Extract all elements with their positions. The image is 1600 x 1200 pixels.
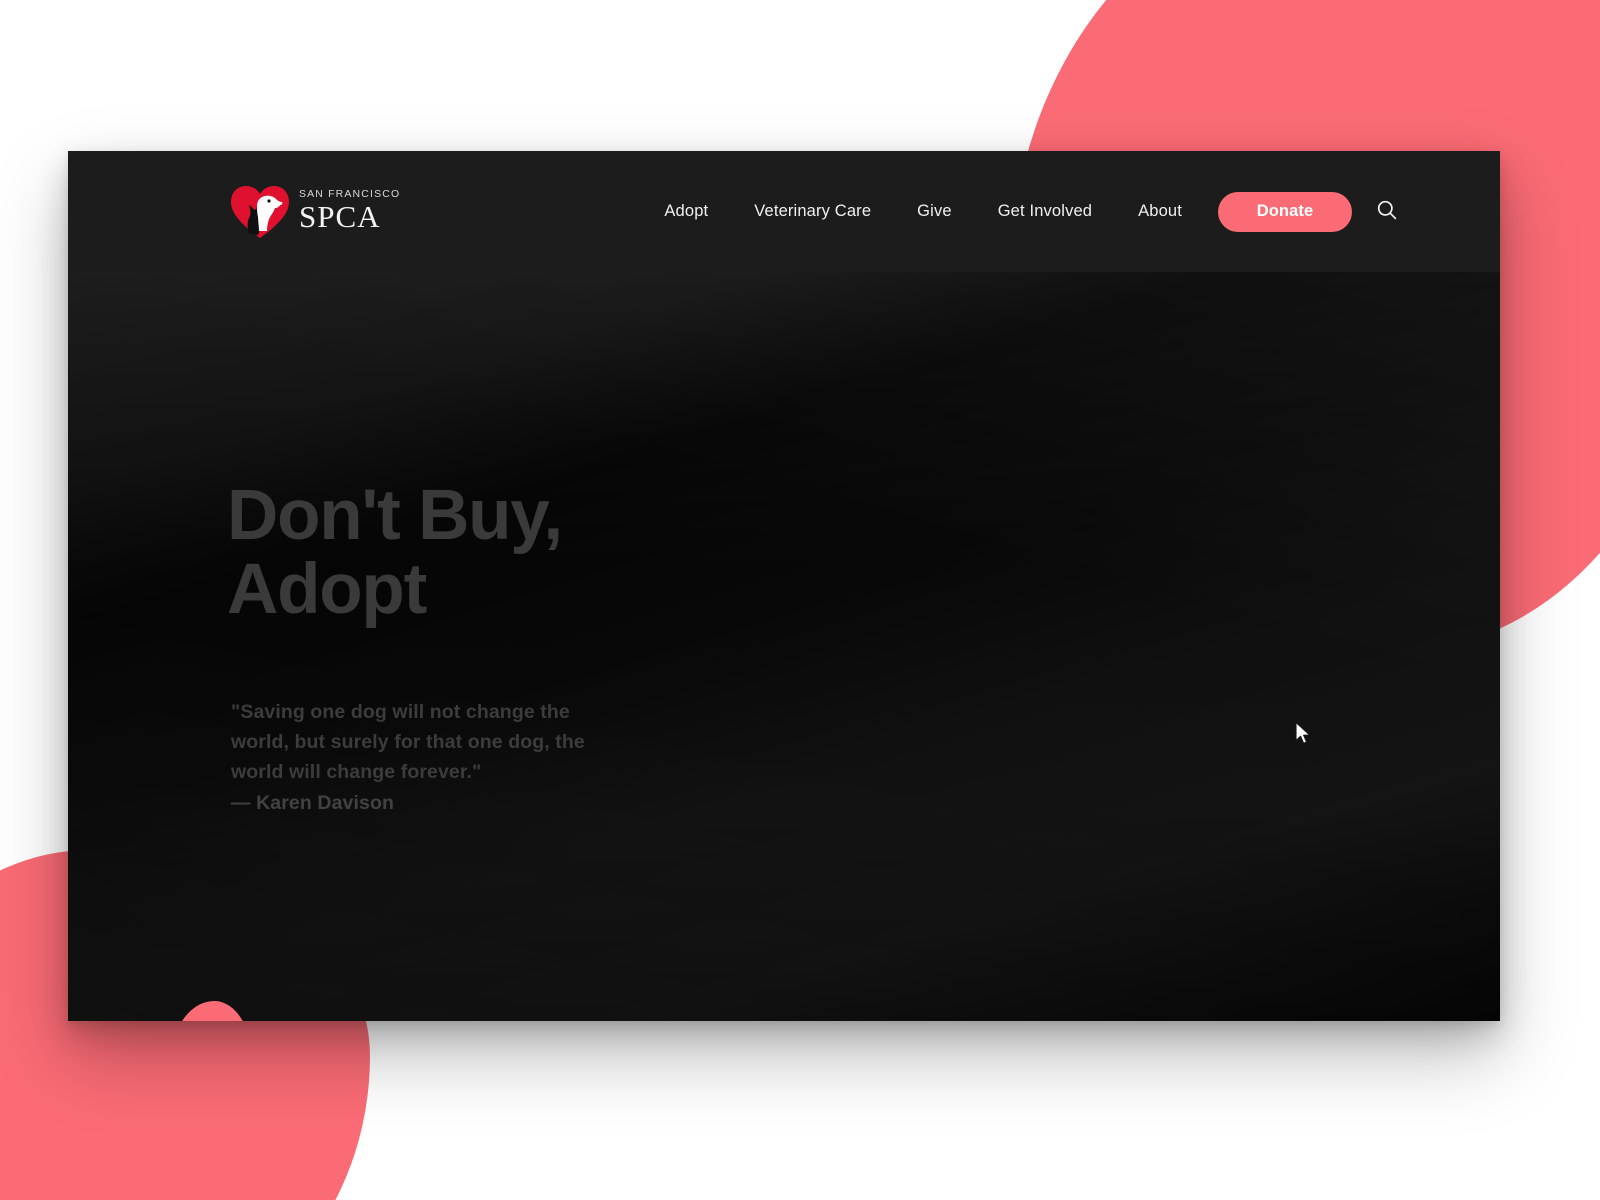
- main-navigation: Adopt Veterinary Care Give Get Involved …: [664, 191, 1500, 232]
- nav-link-about[interactable]: About: [1138, 202, 1182, 220]
- hero-quote: "Saving one dog will not change the worl…: [231, 697, 603, 819]
- hero-title: Don't Buy, Adopt: [227, 479, 687, 627]
- nav-item-about[interactable]: About: [1138, 202, 1182, 221]
- website-preview-card: SAN FRANCISCO SPCA Adopt Veterinary Care…: [68, 151, 1500, 1021]
- nav-link-give[interactable]: Give: [917, 202, 952, 220]
- site-logo[interactable]: SAN FRANCISCO SPCA: [229, 183, 400, 241]
- search-icon: [1376, 199, 1398, 224]
- search-button[interactable]: [1370, 195, 1404, 229]
- hero-section: Don't Buy, Adopt "Saving one dog will no…: [68, 272, 1500, 1021]
- hero-content: Don't Buy, Adopt "Saving one dog will no…: [68, 272, 1500, 818]
- decorative-blob-hero: [173, 1001, 253, 1021]
- nav-list: Adopt Veterinary Care Give Get Involved …: [664, 202, 1182, 221]
- heart-dog-cat-icon: [229, 183, 291, 241]
- hero-title-line-1: Don't Buy,: [227, 476, 563, 555]
- wordmark-main-text: SPCA: [299, 198, 381, 234]
- hero-quote-attribution: — Karen Davison: [231, 791, 394, 814]
- nav-link-veterinary-care[interactable]: Veterinary Care: [754, 202, 871, 220]
- site-wordmark: SAN FRANCISCO SPCA: [299, 189, 400, 234]
- nav-link-adopt[interactable]: Adopt: [664, 202, 708, 220]
- nav-item-get-involved[interactable]: Get Involved: [998, 202, 1092, 221]
- nav-item-veterinary-care[interactable]: Veterinary Care: [754, 202, 871, 221]
- site-header: SAN FRANCISCO SPCA Adopt Veterinary Care…: [68, 151, 1500, 272]
- nav-link-get-involved[interactable]: Get Involved: [998, 202, 1092, 220]
- nav-item-give[interactable]: Give: [917, 202, 952, 221]
- hero-quote-text: "Saving one dog will not change the worl…: [231, 700, 585, 784]
- nav-item-adopt[interactable]: Adopt: [664, 202, 708, 221]
- hero-title-line-2: Adopt: [227, 549, 427, 629]
- donate-button[interactable]: Donate: [1218, 191, 1352, 232]
